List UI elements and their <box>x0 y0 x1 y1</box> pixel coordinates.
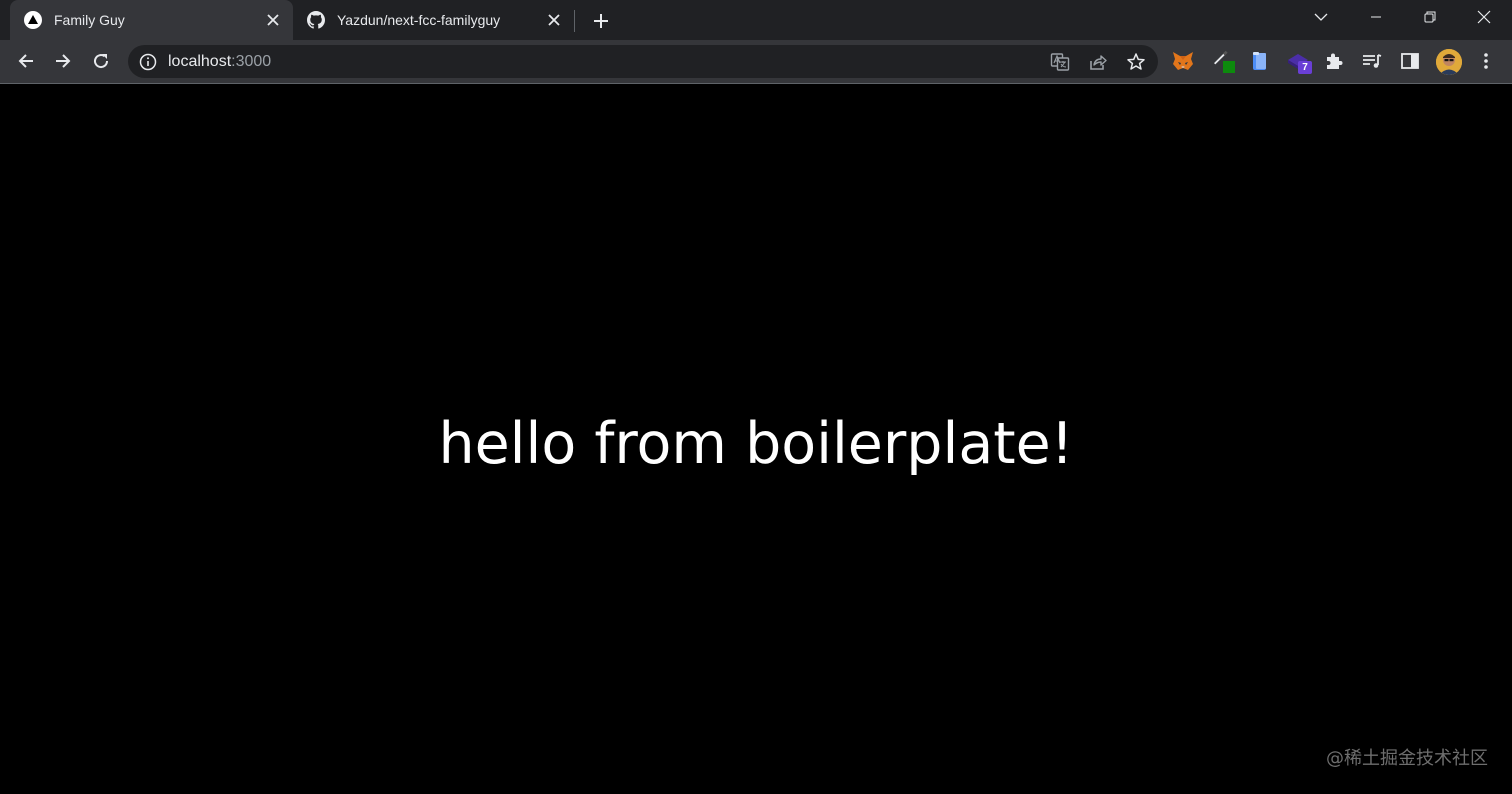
page-viewport: hello from boilerplate! @稀土掘金技术社区 <box>0 84 1512 794</box>
close-icon[interactable] <box>544 10 564 30</box>
restore-icon <box>1424 11 1436 23</box>
back-button[interactable] <box>11 46 41 76</box>
media-playlist-icon[interactable] <box>1360 49 1384 73</box>
tab-separator <box>574 10 575 32</box>
new-tab-button[interactable] <box>588 8 614 34</box>
clipboard-icon[interactable] <box>1248 49 1272 73</box>
puzzle-extensions-icon[interactable] <box>1322 49 1346 73</box>
reload-icon <box>94 54 109 69</box>
minimize-button[interactable] <box>1353 0 1399 34</box>
more-vert-icon <box>1484 53 1488 69</box>
close-window-button[interactable] <box>1461 0 1507 34</box>
arrow-right-icon <box>56 54 71 68</box>
arrow-left-icon <box>18 54 33 68</box>
page-heading: hello from boilerplate! <box>438 411 1074 477</box>
github-icon <box>307 11 325 29</box>
color-picker-icon[interactable] <box>1211 49 1235 73</box>
url-port: :3000 <box>231 53 272 70</box>
close-icon <box>1477 10 1491 24</box>
extension-badge: 7 <box>1298 61 1312 74</box>
close-icon[interactable] <box>263 10 283 30</box>
tab-strip: Family Guy Yazdun/next-fcc-familyguy <box>0 0 1512 40</box>
translate-icon[interactable] <box>1048 50 1072 74</box>
star-icon[interactable] <box>1124 50 1148 74</box>
minimize-icon <box>1371 16 1381 18</box>
tab-search-button[interactable] <box>1298 0 1344 34</box>
reload-button[interactable] <box>86 46 116 76</box>
watermark: @稀土掘金技术社区 <box>1326 748 1488 769</box>
side-panel-icon[interactable] <box>1398 49 1422 73</box>
purple-extension-icon[interactable]: 7 <box>1286 49 1312 74</box>
menu-button[interactable] <box>1471 46 1501 76</box>
nextjs-triangle-icon <box>24 11 42 29</box>
share-icon[interactable] <box>1086 50 1110 74</box>
avatar[interactable] <box>1436 49 1462 75</box>
info-icon[interactable] <box>138 52 158 72</box>
restore-button[interactable] <box>1407 0 1453 34</box>
tab-github-repo[interactable]: Yazdun/next-fcc-familyguy <box>293 0 574 40</box>
chevron-down-icon <box>1314 13 1328 21</box>
tab-title: Family Guy <box>54 12 125 28</box>
url-text[interactable]: localhost:3000 <box>168 53 271 71</box>
browser-toolbar: localhost:3000 7 <box>0 40 1512 84</box>
address-bar[interactable]: localhost:3000 <box>128 45 1158 78</box>
tab-family-guy[interactable]: Family Guy <box>10 0 293 40</box>
plus-icon <box>594 14 608 28</box>
tab-title: Yazdun/next-fcc-familyguy <box>337 12 501 28</box>
forward-button[interactable] <box>48 46 78 76</box>
url-host: localhost <box>168 53 232 70</box>
metamask-fox-icon[interactable] <box>1171 49 1195 73</box>
